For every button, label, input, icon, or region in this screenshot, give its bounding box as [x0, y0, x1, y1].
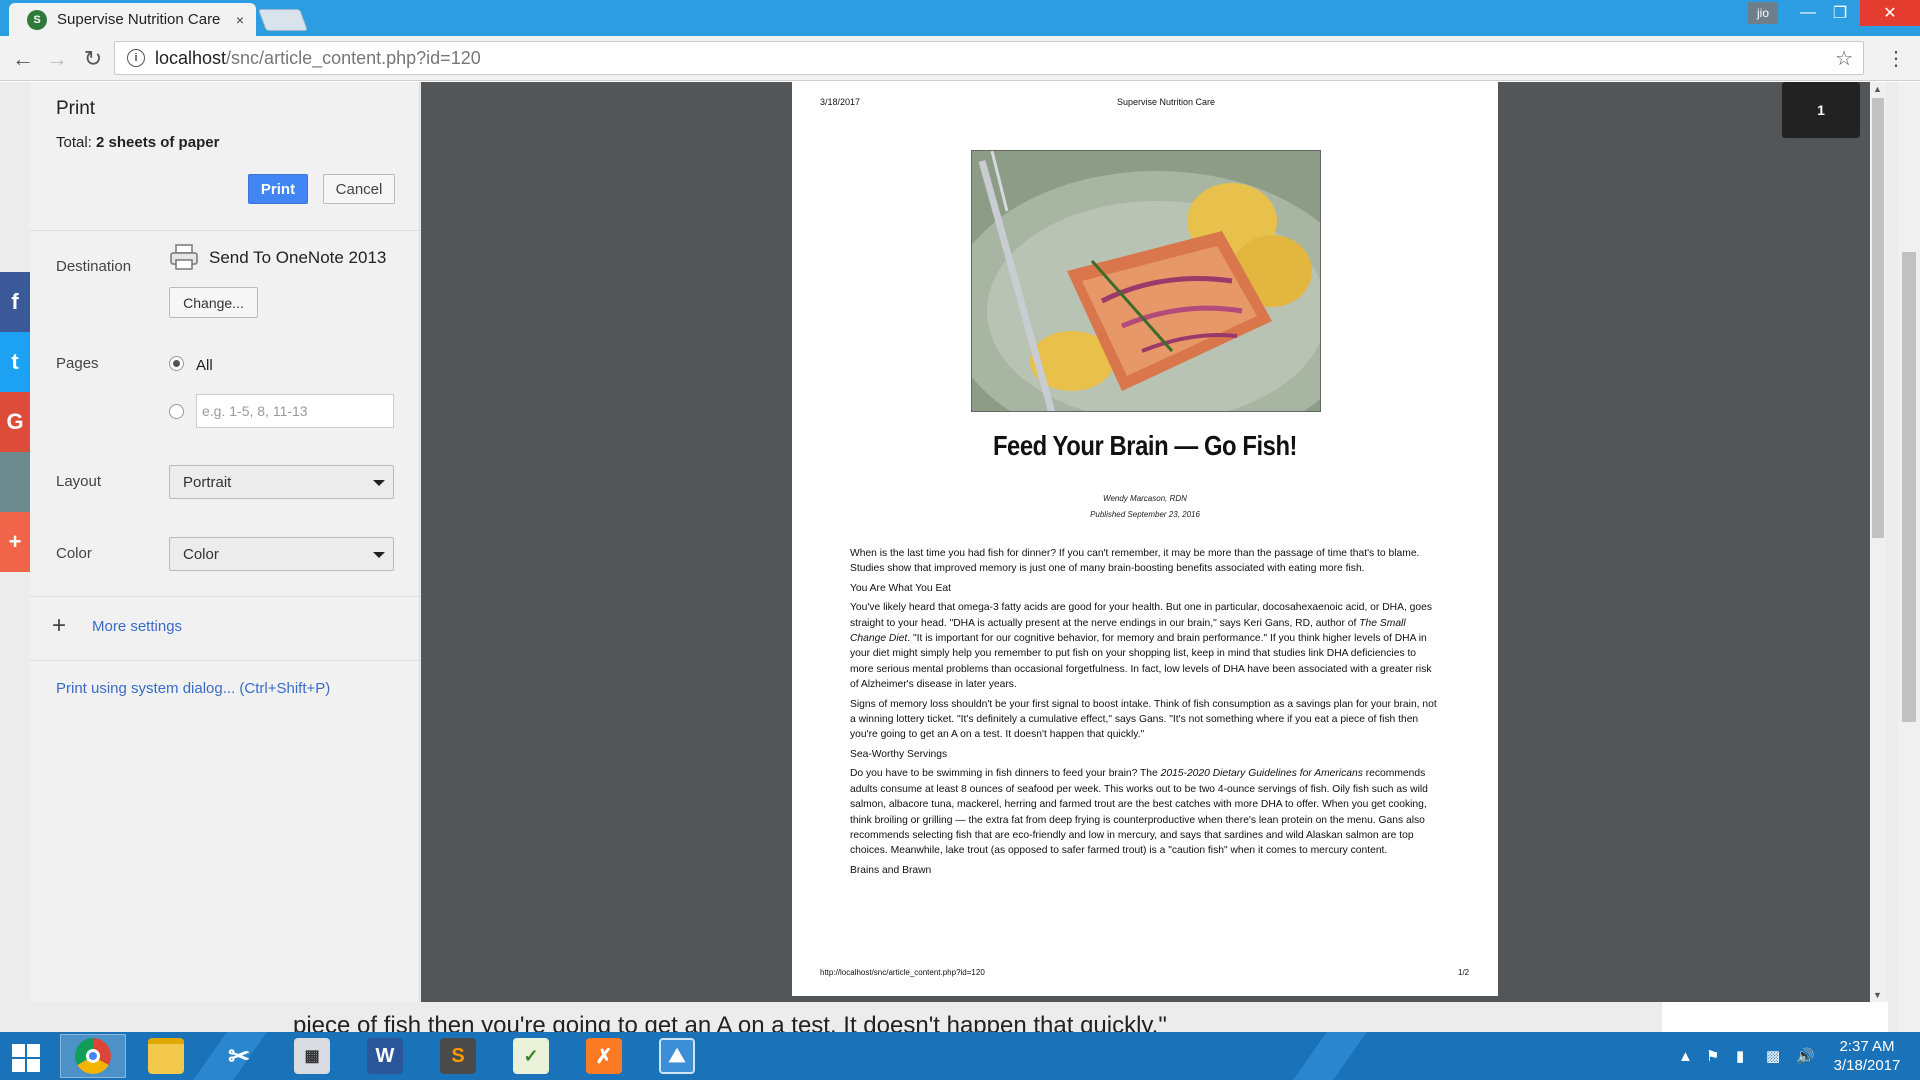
page-footer-url: http://localhost/snc/article_content.php… — [820, 968, 985, 977]
url-text: localhost/snc/article_content.php?id=120 — [155, 47, 481, 68]
pages-all-radio[interactable] — [169, 356, 184, 371]
calculator-icon[interactable]: ▦ — [279, 1034, 345, 1078]
system-dialog-link[interactable]: Print using system dialog... (Ctrl+Shift… — [56, 680, 330, 697]
preview-scrollbar[interactable]: ▲ ▼ — [1870, 82, 1886, 1002]
destination-label: Destination — [56, 258, 132, 275]
windows-start-icon[interactable] — [10, 1042, 40, 1072]
chrome-icon[interactable] — [60, 1034, 126, 1078]
network-signal-icon[interactable]: ▩ — [1766, 1032, 1780, 1080]
chevron-down-icon — [373, 480, 385, 486]
page-scrollbar-thumb[interactable] — [1902, 252, 1916, 722]
layout-label: Layout — [56, 473, 102, 490]
scroll-up-icon[interactable]: ▲ — [1873, 84, 1882, 94]
preview-scrollbar-thumb[interactable] — [1872, 98, 1884, 538]
more-settings-link[interactable]: More settings — [92, 618, 182, 635]
show-hidden-icons-icon[interactable]: ▲ — [1678, 1032, 1693, 1080]
scroll-down-icon[interactable]: ▼ — [1873, 990, 1882, 1000]
article-title: Feed Your Brain — Go Fish! — [992, 430, 1298, 461]
page-number-badge: 1 — [1782, 82, 1860, 138]
background-sidebar — [1662, 1002, 1888, 1032]
page-footer-number: 1/2 — [1458, 968, 1470, 977]
pages-all-label: All — [196, 357, 213, 374]
page-scrollbar[interactable] — [1898, 82, 1920, 1032]
article-published: Published September 23, 2016 — [1090, 510, 1200, 519]
title-bar: S Supervise Nutrition Care × jio — ❐ ✕ — [0, 0, 1920, 36]
clock-date: 3/18/2017 — [1833, 1057, 1901, 1074]
subheading: Brains and Brawn — [850, 864, 932, 876]
print-settings-panel: Print Total: 2 sheets of paper Print Can… — [30, 82, 420, 1002]
bookmark-star-icon[interactable]: ☆ — [1835, 46, 1853, 71]
facebook-share-icon[interactable]: f — [0, 272, 30, 332]
back-icon[interactable]: ← — [8, 44, 38, 74]
destination-name: Send To OneNote 2013 — [209, 248, 387, 267]
print-total: Total: 2 sheets of paper — [56, 134, 220, 151]
windows-taskbar: ✂ ▦ W S ✓ ✗ ⛰ — [0, 1032, 1920, 1080]
address-bar[interactable]: i localhost/snc/article_content.php?id=1… — [114, 41, 1864, 75]
more-share-icon[interactable]: + — [0, 512, 30, 572]
profile-button[interactable]: jio — [1748, 2, 1778, 24]
paragraph: Signs of memory loss shouldn't be your f… — [850, 698, 1437, 741]
tab-title: Supervise Nutrition Care — [57, 11, 221, 28]
change-destination-button[interactable]: Change... — [169, 287, 258, 318]
pages-label: Pages — [56, 355, 99, 372]
twitter-share-icon[interactable]: t — [0, 332, 30, 392]
browser-tab[interactable]: S Supervise Nutrition Care × — [9, 3, 256, 36]
color-select[interactable]: Color — [169, 537, 394, 571]
volume-icon[interactable]: 🔊 — [1796, 1032, 1815, 1080]
pages-range-input[interactable] — [196, 394, 394, 428]
action-center-flag-icon[interactable]: ⚑ — [1706, 1032, 1719, 1080]
paragraph: Do you have to be swimming in fish dinne… — [850, 768, 1428, 857]
divider — [30, 660, 420, 661]
page-header-date: 3/18/2017 — [820, 97, 861, 107]
clock-time: 2:37 AM — [1839, 1038, 1895, 1055]
color-value: Color — [183, 545, 219, 563]
layout-value: Portrait — [183, 473, 232, 491]
site-info-icon[interactable]: i — [127, 49, 145, 67]
reload-icon[interactable]: ↻ — [78, 44, 108, 74]
tab-close-icon[interactable]: × — [236, 12, 244, 28]
color-label: Color — [56, 545, 92, 562]
paragraph: When is the last time you had fish for d… — [850, 548, 1420, 575]
taskbar-clock[interactable]: 2:37 AM 3/18/2017 — [1822, 1037, 1912, 1075]
snipping-tool-icon[interactable]: ✂ — [206, 1034, 272, 1078]
share-icon[interactable] — [0, 452, 30, 512]
sublime-text-icon[interactable]: S — [425, 1034, 491, 1078]
forward-icon[interactable]: → — [42, 44, 72, 74]
site-favicon-icon: S — [27, 9, 47, 30]
paragraph: You've likely heard that omega-3 fatty a… — [850, 602, 1432, 691]
google-share-icon[interactable]: G — [0, 392, 30, 452]
cancel-button[interactable]: Cancel — [323, 174, 395, 204]
layout-select[interactable]: Portrait — [169, 465, 394, 499]
preview-page: 3/18/2017 Supervise Nutrition Care Feed … — [792, 82, 1498, 996]
divider — [30, 230, 420, 231]
pages-custom-radio[interactable] — [169, 404, 184, 419]
subheading: You Are What You Eat — [850, 582, 951, 594]
divider — [30, 596, 420, 597]
notepad-icon[interactable]: ✓ — [498, 1034, 564, 1078]
article-body: When is the last time you had fish for d… — [850, 546, 1440, 882]
file-explorer-icon[interactable] — [133, 1034, 199, 1078]
salmon-photo — [971, 150, 1321, 412]
article-author: Wendy Marcason, RDN — [1103, 494, 1187, 503]
xampp-icon[interactable]: ✗ — [571, 1034, 637, 1078]
close-window-icon[interactable]: ✕ — [1860, 0, 1920, 26]
browser-menu-icon[interactable]: ⋮ — [1886, 46, 1906, 71]
new-tab-button[interactable] — [257, 9, 309, 31]
maximize-icon[interactable]: ❐ — [1820, 0, 1860, 26]
page-header-site: Supervise Nutrition Care — [1117, 97, 1216, 107]
subheading: Sea-Worthy Servings — [850, 748, 948, 760]
photos-icon[interactable]: ⛰ — [644, 1034, 710, 1078]
print-button[interactable]: Print — [248, 174, 308, 204]
chevron-down-icon — [373, 552, 385, 558]
battery-icon[interactable]: ▮ — [1736, 1032, 1744, 1080]
taskbar-decoration — [1293, 1032, 1367, 1080]
plus-icon[interactable]: + — [52, 612, 66, 640]
word-icon[interactable]: W — [352, 1034, 418, 1078]
browser-toolbar: ← → ↻ i localhost/snc/article_content.ph… — [0, 36, 1920, 81]
printer-icon — [170, 244, 198, 270]
print-title: Print — [56, 98, 96, 119]
